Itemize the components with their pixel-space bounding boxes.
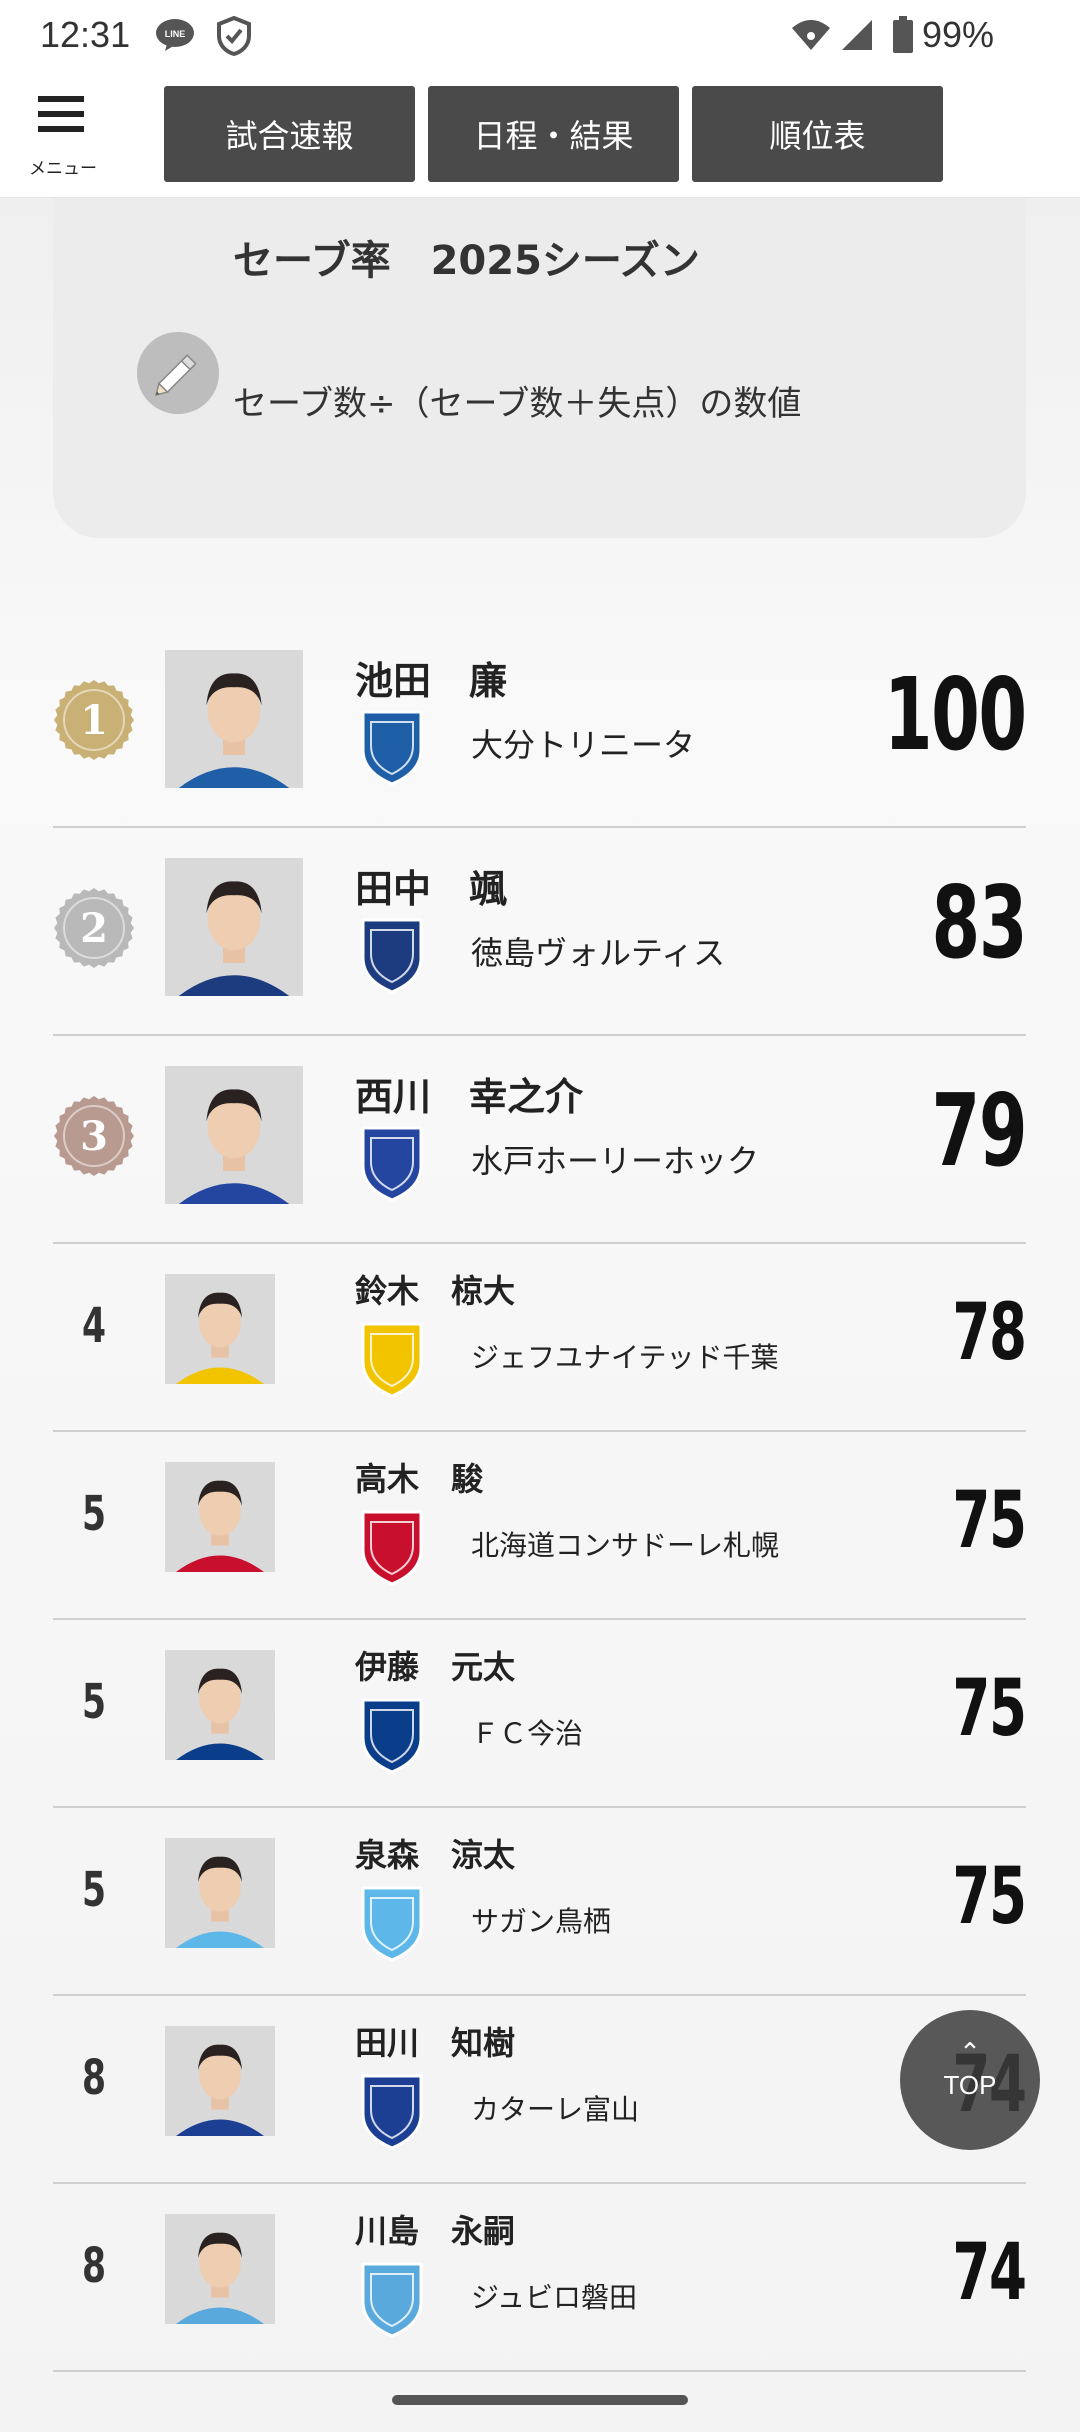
team-emblem-icon <box>361 710 423 786</box>
rank-number: 5 <box>81 1486 107 1542</box>
rank-number: 8 <box>81 2050 107 2106</box>
home-indicator[interactable] <box>392 2395 688 2405</box>
medal-rank-number: 1 <box>80 697 108 744</box>
team-emblem-icon <box>361 918 423 994</box>
save-rate-value: 83 <box>931 864 1027 981</box>
battery-icon <box>893 16 913 53</box>
chevron-up-icon: ⌃ <box>959 2038 981 2068</box>
ranking-row[interactable]: 1 池田 廉大分トリニータ 100 <box>53 620 1027 828</box>
tab-live-score[interactable]: 試合速報 <box>164 86 415 182</box>
ranking-list: 1 池田 廉大分トリニータ 100 2 田中 颯徳島ヴォルティス 83 3 西川 幸之介 水戸ホ… <box>53 620 1028 2372</box>
save-rate-value: 78 <box>952 1288 1028 1378</box>
bronze-medal-icon: 3 <box>54 1096 134 1176</box>
menu-label: メニュー <box>29 159 97 179</box>
player-photo[interactable] <box>165 2214 275 2324</box>
ranking-row[interactable]: 5 伊藤 元太 ＦＣ今治 75 <box>53 1620 1028 1808</box>
team-name[interactable]: 大分トリニータ <box>471 720 695 766</box>
tab-schedule-results[interactable]: 日程・結果 <box>428 86 679 182</box>
player-name[interactable]: 池田 廉 <box>355 650 507 705</box>
scroll-top-button[interactable]: ⌃ TOP <box>900 2010 1040 2150</box>
stat-description-card: セーブ率 2025シーズン セーブ数÷（セーブ数＋失点）の数値 <box>53 198 1026 538</box>
rank-number: 4 <box>81 1298 107 1354</box>
team-name[interactable]: 北海道コンサドーレ札幌 <box>471 1524 779 1564</box>
ranking-row[interactable]: 8 川島 永嗣ジュビロ磐田 74 <box>53 2184 1028 2372</box>
medal-rank-number: 2 <box>80 905 108 952</box>
player-name[interactable]: 西川 幸之介 <box>355 1066 583 1121</box>
team-name[interactable]: 水戸ホーリーホック <box>471 1136 759 1182</box>
player-photo[interactable] <box>165 1066 303 1204</box>
ranking-row[interactable]: 5 高木 駿北海道コンサドーレ札幌 75 <box>53 1432 1028 1620</box>
player-name[interactable]: 伊藤 元太 <box>355 1642 515 1688</box>
team-name[interactable]: ＦＣ今治 <box>471 1712 583 1752</box>
team-emblem-icon <box>361 1698 423 1774</box>
page-title: セーブ率 2025シーズン <box>233 238 700 284</box>
save-rate-value: 75 <box>952 1852 1028 1942</box>
team-name[interactable]: サガン鳥栖 <box>471 1900 611 1940</box>
signal-icon <box>842 20 872 50</box>
svg-text:LINE: LINE <box>165 29 186 39</box>
player-photo[interactable] <box>165 1462 275 1572</box>
team-name[interactable]: カターレ富山 <box>471 2088 639 2128</box>
silver-medal-icon: 2 <box>54 888 134 968</box>
player-name[interactable]: 泉森 涼太 <box>355 1830 515 1876</box>
team-emblem-icon <box>361 1126 423 1202</box>
save-rate-value: 74 <box>952 2228 1028 2318</box>
line-app-icon: LINE <box>156 19 194 51</box>
header-nav: メニュー 試合速報 日程・結果 順位表 <box>0 72 1080 198</box>
team-name[interactable]: 徳島ヴォルティス <box>471 928 725 974</box>
pencil-icon <box>137 332 219 414</box>
wifi-icon <box>792 20 830 50</box>
ranking-row[interactable]: 3 西川 幸之介水戸ホーリーホック 79 <box>53 1036 1027 1244</box>
player-name[interactable]: 川島 永嗣 <box>355 2206 515 2252</box>
player-name[interactable]: 田中 颯 <box>355 858 507 913</box>
status-time: 12:31 <box>40 14 131 55</box>
rank-number: 5 <box>81 1862 107 1918</box>
player-name[interactable]: 高木 駿 <box>355 1454 483 1500</box>
team-emblem-icon <box>361 1886 423 1962</box>
player-name[interactable]: 田川 知樹 <box>355 2018 515 2064</box>
save-rate-value: 75 <box>952 1476 1028 1566</box>
shield-check-icon <box>217 16 251 56</box>
player-photo[interactable] <box>165 650 303 788</box>
player-photo[interactable] <box>165 1650 275 1760</box>
menu-button[interactable]: メニュー <box>22 96 104 182</box>
rank-number: 8 <box>81 2238 107 2294</box>
team-name[interactable]: ジェフユナイテッド千葉 <box>471 1336 778 1376</box>
team-emblem-icon <box>361 1322 423 1398</box>
save-rate-value: 75 <box>952 1664 1028 1754</box>
ranking-row[interactable]: 8田川 知樹カターレ富山74 <box>53 1996 1027 2184</box>
save-rate-value: 100 <box>884 656 1027 773</box>
ranking-row[interactable]: 2 田中 颯徳島ヴォルティス 83 <box>53 828 1027 1036</box>
team-emblem-icon <box>361 2074 423 2150</box>
team-emblem-icon <box>361 1510 423 1586</box>
gold-medal-icon: 1 <box>54 680 134 760</box>
scroll-top-label: TOP <box>943 2070 997 2100</box>
formula-text: セーブ数÷（セーブ数＋失点）の数値 <box>233 384 802 424</box>
status-bar: 12:31 LINE 99% <box>0 0 1080 72</box>
team-name[interactable]: ジュビロ磐田 <box>471 2276 637 2316</box>
player-photo[interactable] <box>165 1838 275 1948</box>
battery-percent: 99% <box>922 14 995 55</box>
player-photo[interactable] <box>165 1274 275 1384</box>
team-emblem-icon <box>361 2262 423 2338</box>
player-name[interactable]: 鈴木 椋大 <box>355 1266 515 1312</box>
ranking-row[interactable]: 5 泉森 涼太サガン鳥栖 75 <box>53 1808 1028 1996</box>
tab-standings[interactable]: 順位表 <box>692 86 943 182</box>
rank-number: 5 <box>81 1674 107 1730</box>
player-photo[interactable] <box>165 2026 275 2136</box>
save-rate-value: 79 <box>931 1072 1027 1189</box>
player-photo[interactable] <box>165 858 303 996</box>
ranking-row[interactable]: 4 鈴木 椋大ジェフユナイテッド千葉 78 <box>53 1244 1028 1432</box>
medal-rank-number: 3 <box>80 1113 108 1160</box>
